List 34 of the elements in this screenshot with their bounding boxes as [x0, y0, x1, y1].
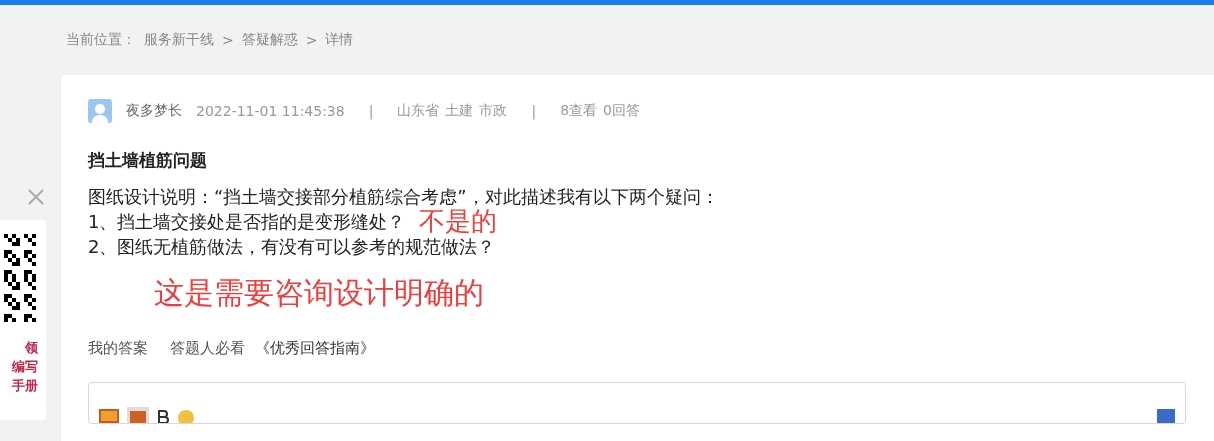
- ad-panel[interactable]: 领 编写 手册: [0, 220, 46, 420]
- ad-text: 手册: [11, 377, 39, 395]
- guide-link[interactable]: 《优秀回答指南》: [255, 339, 375, 358]
- question-text: 1、挡土墙交接处是否指的是变形缝处？: [88, 210, 406, 234]
- question-text: 2、图纸无植筋做法，有没有可以参考的规范做法？: [88, 235, 496, 259]
- meta-separator: |: [531, 103, 537, 119]
- post-time: 2022-11-01 11:45:38: [196, 103, 345, 119]
- author-name[interactable]: 夜多梦长: [126, 102, 182, 120]
- category-tag: 市政: [479, 102, 508, 120]
- avatar-icon: [88, 99, 112, 123]
- breadcrumb-link[interactable]: 答疑解惑: [241, 31, 298, 49]
- breadcrumb-label: 当前位置：: [66, 31, 136, 49]
- emoji-icon[interactable]: [177, 409, 195, 423]
- image-icon[interactable]: [99, 409, 119, 423]
- breadcrumb-separator: >: [222, 32, 234, 48]
- question-text: 图纸设计说明：“挡土墙交接部分植筋综合考虑”，对此描述我有以下两个疑问：: [88, 185, 719, 209]
- breadcrumb-link[interactable]: 服务新干线: [144, 31, 214, 49]
- answer-count: 0回答: [603, 102, 640, 120]
- handwritten-note: 这是需要咨询设计明确的: [154, 274, 485, 312]
- gallery-icon[interactable]: [127, 407, 149, 423]
- region: 山东省: [397, 102, 440, 120]
- ad-text: 编写: [11, 358, 39, 376]
- close-icon[interactable]: [28, 189, 44, 205]
- guide-label: 答题人必看: [170, 339, 245, 358]
- meta-separator: |: [368, 103, 374, 119]
- handwritten-note: 不是的: [419, 209, 498, 234]
- ad-text: 领: [23, 339, 39, 357]
- breadcrumb-link[interactable]: 详情: [325, 31, 354, 49]
- category-tag: 土建: [445, 102, 474, 120]
- breadcrumb-separator: >: [305, 32, 318, 48]
- bold-icon[interactable]: [157, 409, 169, 423]
- view-count: 8查看: [560, 102, 598, 120]
- answer-tab[interactable]: 我的答案: [88, 339, 148, 358]
- question-title: 挡土墙植筋问题: [88, 149, 208, 172]
